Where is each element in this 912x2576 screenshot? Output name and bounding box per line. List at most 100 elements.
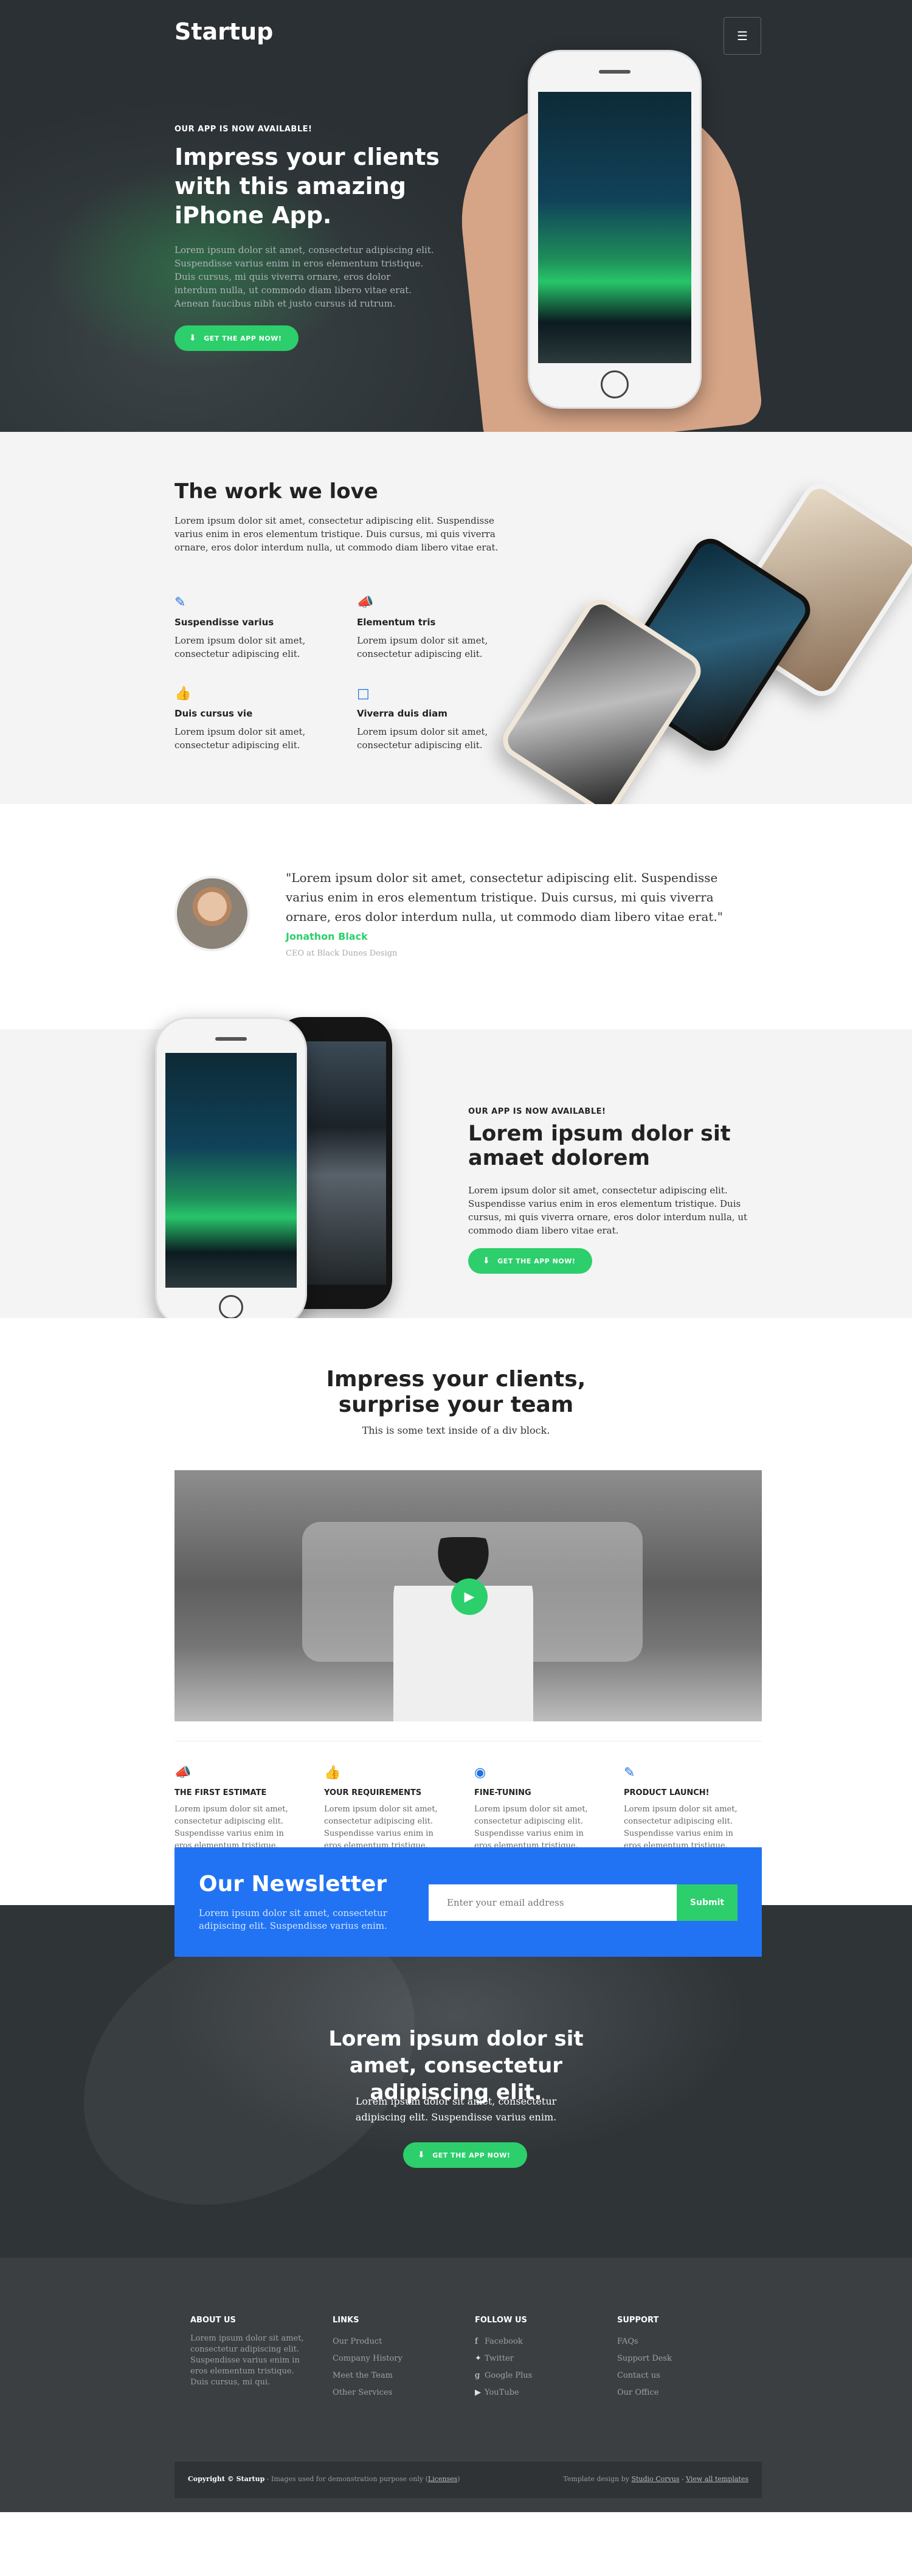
pencil-icon: ✎: [624, 1765, 635, 1780]
white-phone-image: [155, 1017, 307, 1327]
megaphone-icon: 📣: [174, 1765, 192, 1780]
feature-title: Viverra duis diam: [357, 708, 447, 719]
hamburger-icon: ☰: [737, 29, 748, 43]
studio-link[interactable]: Studio Corvus: [631, 2475, 679, 2483]
pencil-icon: ✎: [174, 595, 186, 610]
footer-link[interactable]: Other Services: [333, 2384, 454, 2401]
feature-item: □ Viverra duis diam Lorem ipsum dolor si…: [357, 686, 503, 752]
cta-lead: Lorem ipsum dolor sit amet, consectetur …: [355, 2095, 557, 2123]
email-input[interactable]: [429, 1884, 677, 1921]
footer-link[interactable]: FAQs: [617, 2333, 739, 2350]
app-title: Lorem ipsum dolor sit amaet dolorem: [468, 1122, 731, 1170]
submit-button[interactable]: Submit: [677, 1884, 738, 1921]
twitter-label: Twitter: [485, 2354, 514, 2363]
menu-button[interactable]: ☰: [724, 17, 761, 55]
phone-screen: [538, 92, 691, 363]
footer-link[interactable]: Our Product: [333, 2333, 454, 2350]
step-title: FINE-TUNING: [474, 1788, 531, 1797]
monitor-icon: □: [357, 686, 370, 701]
feature-text: Lorem ipsum dolor sit amet, consectetur …: [174, 726, 306, 751]
phone-home-button: [219, 1295, 243, 1319]
app-lead: Lorem ipsum dolor sit amet, consectetur …: [468, 1185, 748, 1236]
footer-support: SUPPORT FAQs Support Desk Contact us Our…: [617, 2316, 739, 2401]
hero-cta-button[interactable]: ⬇ GET THE APP NOW!: [174, 325, 299, 351]
step-title: THE FIRST ESTIMATE: [174, 1788, 267, 1797]
footer-link[interactable]: Our Office: [617, 2384, 739, 2401]
footer: ABOUT US Lorem ipsum dolor sit amet, con…: [0, 2258, 912, 2512]
work-intro: Lorem ipsum dolor sit amet, consectetur …: [174, 515, 499, 553]
step-title: PRODUCT LAUNCH!: [624, 1788, 710, 1797]
feature-text: Lorem ipsum dolor sit amet, consectetur …: [357, 726, 488, 751]
hero-lead: Lorem ipsum dolor sit amet, consectetur …: [174, 245, 434, 309]
newsletter-title: Our Newsletter: [199, 1872, 387, 1897]
avatar: [174, 876, 250, 951]
feature-item: ✎ Suspendisse varius Lorem ipsum dolor s…: [174, 595, 320, 661]
footer-link[interactable]: Company History: [333, 2350, 454, 2367]
templates-link[interactable]: View all templates: [686, 2475, 748, 2483]
footer-about-text: Lorem ipsum dolor sit amet, consectetur …: [190, 2334, 304, 2387]
copyright-brand: Copyright © Startup: [188, 2475, 265, 2483]
copyright-bar: Copyright © Startup - Images used for de…: [174, 2462, 762, 2498]
video-player[interactable]: ▶: [174, 1470, 762, 1721]
footer-link[interactable]: Meet the Team: [333, 2367, 454, 2384]
cta-button-label: GET THE APP NOW!: [432, 2151, 511, 2159]
app-cta-button[interactable]: ⬇ GET THE APP NOW!: [468, 1248, 593, 1274]
footer-links: LINKS Our Product Company History Meet t…: [333, 2316, 454, 2401]
licenses-link[interactable]: Licenses: [428, 2475, 457, 2483]
testimonial-name: Jonathon Black: [286, 931, 368, 942]
testimonial-section: "Lorem ipsum dolor sit amet, consectetur…: [0, 804, 912, 1029]
hero-headline: Impress your clients with this amazing i…: [174, 144, 440, 229]
footer-support-title: SUPPORT: [617, 2316, 659, 2325]
step-title: YOUR REQUIREMENTS: [324, 1788, 422, 1797]
facebook-label: Facebook: [485, 2337, 523, 2346]
youtube-label: YouTube: [485, 2388, 519, 2397]
twitter-link[interactable]: ✦ Twitter: [475, 2350, 596, 2367]
camera-icon: ◉: [474, 1765, 486, 1780]
google-plus-label: Google Plus: [485, 2371, 533, 2380]
footer-links-title: LINKS: [333, 2316, 359, 2325]
work-title: The work we love: [174, 479, 378, 504]
phone-speaker: [599, 70, 630, 74]
cta-button[interactable]: ⬇ GET THE APP NOW!: [403, 2142, 528, 2168]
footer-link[interactable]: Support Desk: [617, 2350, 739, 2367]
hero-section: Startup ☰ OUR APP IS NOW AVAILABLE! Impr…: [0, 0, 912, 432]
feature-title: Duis cursus vie: [174, 708, 253, 719]
feature-text: Lorem ipsum dolor sit amet, consectetur …: [174, 635, 306, 659]
feature-title: Suspendisse varius: [174, 617, 274, 628]
facebook-link[interactable]: f Facebook: [475, 2333, 596, 2350]
download-icon: ⬇: [483, 1256, 491, 1266]
twitter-icon: ✦: [475, 2354, 482, 2363]
work-section: The work we love Lorem ipsum dolor sit a…: [0, 432, 912, 804]
brand-logo[interactable]: Startup: [174, 18, 273, 45]
youtube-icon: ▶: [475, 2388, 481, 2397]
credit-prefix: Template design by: [563, 2475, 632, 2483]
footer-follow-title: FOLLOW US: [475, 2316, 527, 2325]
feature-item: 📣 Elementum tris Lorem ipsum dolor sit a…: [357, 595, 503, 661]
phone-screen: [165, 1053, 297, 1288]
footer-link[interactable]: Contact us: [617, 2367, 739, 2384]
newsletter-text: Lorem ipsum dolor sit amet, consectetur …: [199, 1908, 387, 1931]
google-plus-link[interactable]: g Google Plus: [475, 2367, 596, 2384]
credit-text: Template design by Studio Corvus - View …: [563, 2475, 748, 2483]
thumbs-up-icon: 👍: [174, 686, 192, 701]
facebook-icon: f: [475, 2337, 478, 2346]
footer-about: ABOUT US Lorem ipsum dolor sit amet, con…: [190, 2316, 312, 2388]
thumbs-up-icon: 👍: [324, 1765, 341, 1780]
hero-phone-image: [528, 50, 702, 409]
feature-item: 👍 Duis cursus vie Lorem ipsum dolor sit …: [174, 686, 320, 752]
app-cta-label: GET THE APP NOW!: [497, 1257, 576, 1265]
copyright-rest: - Images used for demonstration purpose …: [264, 2475, 428, 2483]
app-kicker: OUR APP IS NOW AVAILABLE!: [468, 1107, 606, 1116]
feature-title: Elementum tris: [357, 617, 436, 628]
play-icon[interactable]: ▶: [451, 1578, 488, 1615]
copyright-end: ): [457, 2475, 460, 2483]
feature-text: Lorem ipsum dolor sit amet, consectetur …: [357, 635, 488, 659]
youtube-link[interactable]: ▶ YouTube: [475, 2384, 596, 2401]
megaphone-icon: 📣: [357, 595, 374, 610]
google-plus-icon: g: [475, 2371, 480, 2380]
phone-home-button: [601, 370, 629, 398]
download-icon: ⬇: [189, 333, 197, 343]
impress-section: Impress your clients, surprise your team…: [0, 1318, 912, 1741]
testimonial-role: CEO at Black Dunes Design: [286, 949, 398, 958]
impress-title: Impress your clients, surprise your team: [326, 1367, 586, 1417]
